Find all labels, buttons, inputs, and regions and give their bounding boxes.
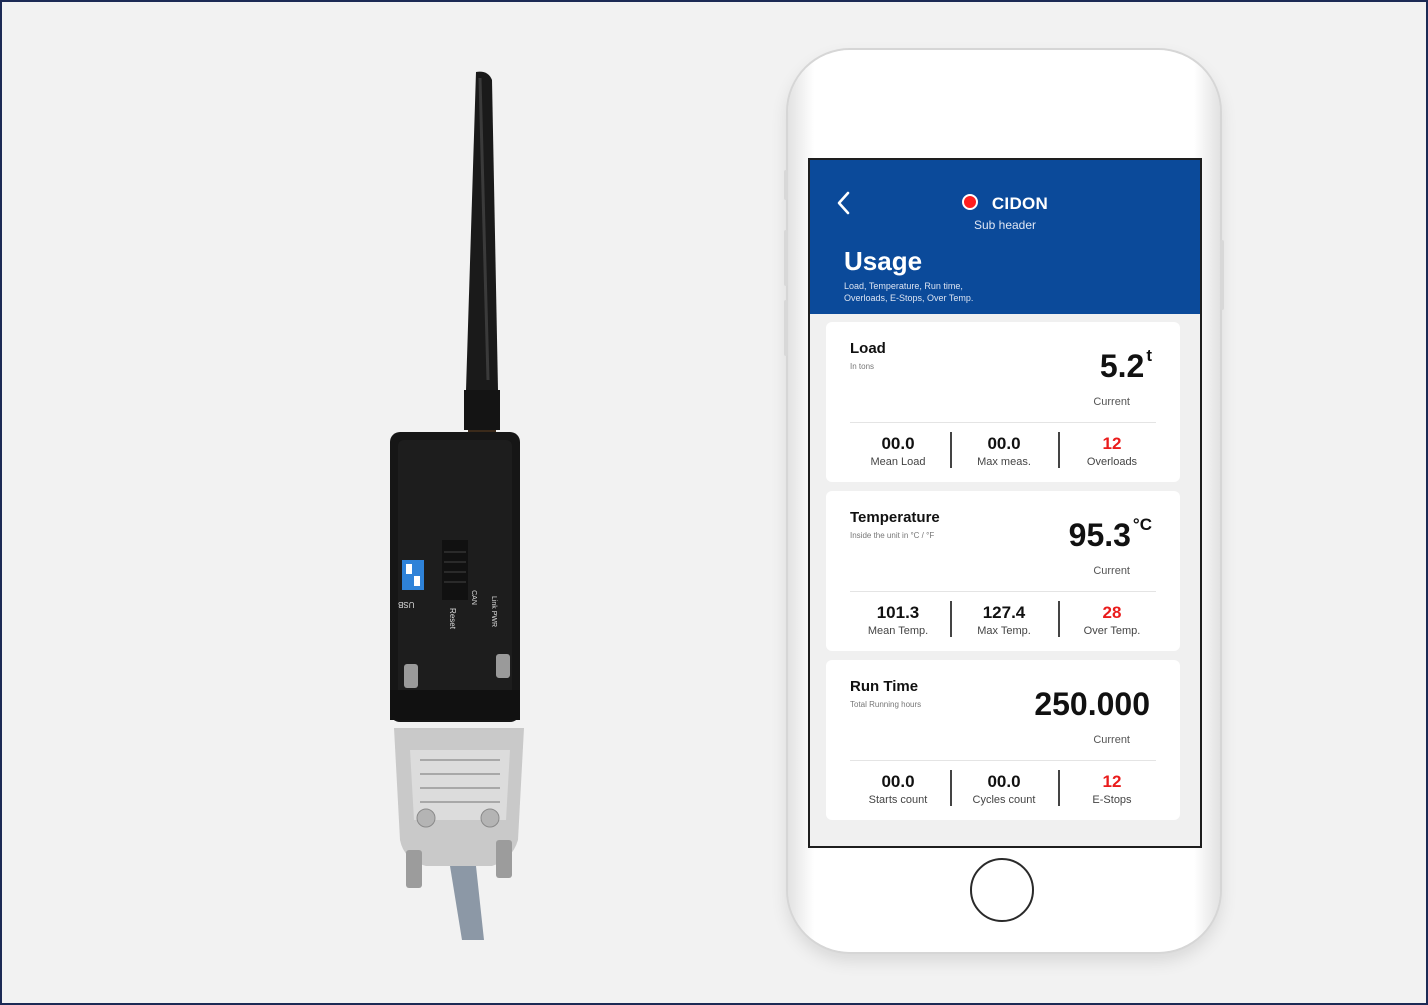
card-value-unit: t (1146, 346, 1152, 366)
app-screen: CIDON Sub header Usage Load, Temperature… (808, 158, 1202, 848)
stat-label: Over Temp. (1083, 625, 1141, 637)
card-value: 250.000 (1034, 686, 1152, 723)
stat-starts-count: 00.0 Starts count (846, 772, 950, 806)
run-time-card[interactable]: Run Time Total Running hours 250.000 Cur… (826, 660, 1180, 820)
usb-label: USB (398, 600, 415, 609)
link-pwr-label: Link PWR (490, 595, 498, 628)
card-subtitle: Total Running hours (850, 700, 922, 709)
stat-label: E-Stops (1092, 794, 1132, 806)
wireless-dongle-image: USB Reset Link PWR CAN (380, 60, 540, 950)
card-current-label: Current (1093, 565, 1130, 577)
stat-max-temp: 127.4 Max Temp. (952, 603, 1056, 637)
stat-label: Overloads (1086, 456, 1138, 468)
stat-overloads: 12 Overloads (1060, 434, 1164, 468)
card-value-number: 250.000 (1034, 686, 1150, 722)
card-divider (850, 760, 1156, 761)
card-title: Temperature (850, 509, 940, 526)
stat-value: 00.0 (881, 772, 915, 791)
stat-label: Cycles count (972, 794, 1036, 806)
stat-value: 101.3 (876, 603, 920, 622)
card-divider (850, 591, 1156, 592)
phone-mockup: CIDON Sub header Usage Load, Temperature… (784, 50, 1224, 952)
app-title: CIDON (991, 194, 1049, 213)
stat-value: 12 (1102, 772, 1122, 791)
temperature-card[interactable]: Temperature Inside the unit in °C / °F 9… (826, 491, 1180, 651)
stat-value: 00.0 (987, 772, 1021, 791)
stat-label: Max meas. (977, 456, 1031, 468)
home-button[interactable] (970, 858, 1034, 922)
stat-value: 12 (1102, 434, 1122, 453)
section-description: Load, Temperature, Run time, Overloads, … (844, 280, 1044, 304)
stat-value: 28 (1102, 603, 1122, 622)
stat-label: Mean Temp. (867, 625, 929, 637)
app-subheader: Sub header (973, 218, 1037, 232)
stat-over-temp: 28 Over Temp. (1060, 603, 1164, 637)
stat-value: 00.0 (881, 434, 915, 453)
status-dot-icon (961, 194, 978, 210)
section-description-line: Load, Temperature, Run time, (844, 281, 963, 291)
can-label: CAN (469, 590, 477, 605)
card-current-label: Current (1093, 734, 1130, 746)
reset-label: Reset (447, 608, 457, 629)
card-value-number: 5.2 (1099, 348, 1145, 384)
stat-value: 00.0 (987, 434, 1021, 453)
power-button (1220, 240, 1224, 310)
stat-label: Starts count (868, 794, 928, 806)
stat-cycles-count: 00.0 Cycles count (952, 772, 1056, 806)
app-header: CIDON Sub header Usage Load, Temperature… (810, 160, 1200, 314)
load-card[interactable]: Load In tons 5.2 t Current 00.0 Mean Load… (826, 322, 1180, 482)
card-current-label: Current (1093, 396, 1130, 408)
volume-down-button (784, 300, 788, 356)
card-value-unit: °C (1132, 515, 1152, 535)
card-value: 5.2 t (1099, 346, 1152, 385)
card-subtitle: Inside the unit in °C / °F (850, 531, 935, 540)
stat-value: 127.4 (982, 603, 1026, 622)
stat-max-meas: 00.0 Max meas. (952, 434, 1056, 468)
stat-e-stops: 12 E-Stops (1060, 772, 1164, 806)
stat-label: Mean Load (870, 456, 926, 468)
card-subtitle: In tons (850, 362, 875, 371)
volume-up-button (784, 230, 788, 286)
mute-switch (784, 170, 788, 200)
card-divider (850, 422, 1156, 423)
section-description-line: Overloads, E-Stops, Over Temp. (844, 293, 974, 303)
card-value-number: 95.3 (1068, 517, 1131, 553)
card-title: Load (850, 340, 886, 357)
stat-label: Max Temp. (977, 625, 1031, 637)
stat-mean-load: 00.0 Mean Load (846, 434, 950, 468)
section-title: Usage (844, 246, 923, 276)
stat-mean-temp: 101.3 Mean Temp. (846, 603, 950, 637)
card-title: Run Time (850, 678, 919, 695)
card-value: 95.3 °C (1068, 515, 1152, 554)
title-row: CIDON (810, 194, 1200, 214)
